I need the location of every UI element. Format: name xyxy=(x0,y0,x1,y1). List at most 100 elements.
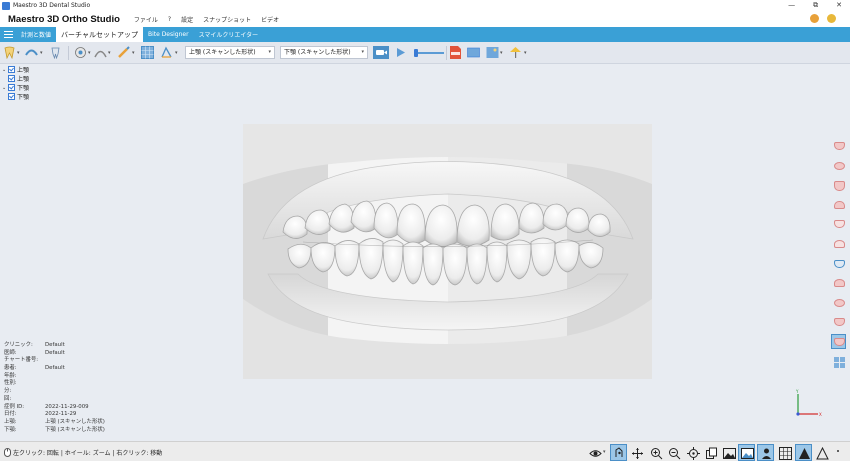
chevron-down-icon[interactable]: ▾ xyxy=(524,50,527,56)
hamburger-menu-icon[interactable] xyxy=(0,27,16,42)
menu-settings[interactable]: 設定 xyxy=(181,15,193,24)
mesh-filled-icon[interactable] xyxy=(795,444,812,461)
video-camera-icon[interactable] xyxy=(373,46,389,59)
photo-overlay-icon[interactable] xyxy=(738,444,755,461)
tree-node-label: 下顎 xyxy=(17,85,30,92)
tree-node-lower-model[interactable]: 下顎 xyxy=(2,92,62,101)
brush-tool-icon[interactable] xyxy=(117,46,130,59)
tooth-tool-icon[interactable] xyxy=(3,46,16,59)
view-occlusal-icon[interactable] xyxy=(831,158,846,173)
window-controls: — ⧉ ✕ xyxy=(788,0,842,11)
attachment-tool-icon[interactable] xyxy=(74,46,87,59)
tab-bite-designer[interactable]: Bite Designer xyxy=(143,27,194,42)
rotate-mode-icon[interactable] xyxy=(610,444,627,461)
grid-overlay-icon[interactable] xyxy=(141,46,154,59)
view-options-icon[interactable] xyxy=(831,256,846,271)
patient-face-icon[interactable] xyxy=(757,444,774,461)
menu-snapshot[interactable]: スナップショット xyxy=(203,15,251,24)
visibility-eye-icon[interactable] xyxy=(586,444,603,461)
info-row: 分: xyxy=(4,388,12,395)
mouse-hint: 左クリック: 回転 | ホイール: ズーム | 右クリック: 移動 xyxy=(4,448,162,457)
tab-measurements[interactable]: 計測と数値 xyxy=(16,27,56,42)
lamp-icon[interactable] xyxy=(509,46,522,59)
view-front-icon[interactable] xyxy=(831,138,846,153)
window-title: Maestro 3D Dental Studio xyxy=(13,2,91,9)
multi-view-grid-icon[interactable] xyxy=(831,354,846,369)
mesh-outline-icon[interactable] xyxy=(813,444,830,461)
view-upper-arch-icon[interactable] xyxy=(831,216,846,231)
view-upper-icon[interactable] xyxy=(831,177,846,192)
archwire-tool-icon[interactable] xyxy=(94,46,107,59)
visibility-checkbox[interactable] xyxy=(8,66,15,73)
mouse-icon xyxy=(4,448,11,457)
module-tab-bar: 計測と数値 バーチャルセットアップ Bite Designer スマイルクリエイ… xyxy=(0,27,850,42)
image-icon[interactable] xyxy=(720,444,737,461)
chevron-down-icon[interactable]: ▾ xyxy=(603,449,606,455)
menu-video[interactable]: ビデオ xyxy=(261,15,279,24)
pan-mode-icon[interactable] xyxy=(628,444,645,461)
tree-node-upper-model[interactable]: 上顎 xyxy=(2,74,62,83)
tab-smile-creator[interactable]: スマイルクリエイター xyxy=(194,27,264,42)
dental-scan-render[interactable] xyxy=(243,124,652,379)
info-row: 性別: xyxy=(4,380,17,387)
case-info-panel: クリニック: Default 医師: Default チャート番号: 患者: Defa… xyxy=(4,342,144,434)
menu-bar: Maestro 3D Ortho Studio ファイル ? 設定 スナップショ… xyxy=(0,11,850,27)
info-row: 回: xyxy=(4,395,12,402)
screenshot-icon[interactable] xyxy=(467,46,480,59)
gallery-icon[interactable] xyxy=(486,46,499,59)
app-icon xyxy=(2,1,10,10)
zoom-in-icon[interactable] xyxy=(647,444,664,461)
tree-node-label: 下顎 xyxy=(17,94,30,101)
upper-model-select[interactable]: 上顎 (スキャンした形状) ▾ xyxy=(185,46,275,59)
window-titlebar: Maestro 3D Dental Studio — ⧉ ✕ xyxy=(0,0,850,11)
pdf-export-icon[interactable] xyxy=(449,46,462,59)
close-button[interactable]: ✕ xyxy=(836,0,842,11)
view-lower-icon[interactable] xyxy=(831,197,846,212)
globe-icon[interactable] xyxy=(827,14,836,23)
chevron-down-icon[interactable]: ▾ xyxy=(88,50,91,56)
chevron-down-icon[interactable]: ▾ xyxy=(40,50,43,56)
chevron-down-icon[interactable]: ▾ xyxy=(17,50,20,56)
model-tree: ⌄ 上顎 上顎 ⌄ 下顎 下顎 xyxy=(2,65,62,101)
copy-view-icon[interactable] xyxy=(702,444,719,461)
view-lower-arch-icon[interactable] xyxy=(831,236,846,251)
info-row: クリニック: Default xyxy=(4,342,65,348)
menu-help[interactable]: ? xyxy=(168,16,171,23)
visibility-checkbox[interactable] xyxy=(8,75,15,82)
chevron-down-icon[interactable]: ▾ xyxy=(175,50,178,56)
play-icon[interactable] xyxy=(394,46,407,59)
chevron-down-icon[interactable]: ▾ xyxy=(108,50,111,56)
dental-model-viewport[interactable] xyxy=(243,124,652,379)
maximize-button[interactable]: ⧉ xyxy=(813,0,818,11)
chevron-down-icon[interactable]: ▾ xyxy=(500,50,503,56)
main-toolbar: ▾ ▾ ▾ ▾ ▾ ▾ 上顎 (スキャンした形状) ▾ 下顎 (スキャンした形状)… xyxy=(0,42,850,64)
info-row: 下顎: 下顎 (スキャンした形状) xyxy=(4,426,105,433)
menu-file[interactable]: ファイル xyxy=(134,15,158,24)
view-orientation-strip xyxy=(827,138,849,373)
minimize-button[interactable]: — xyxy=(788,0,795,11)
view-back-icon[interactable] xyxy=(831,314,846,329)
arch-tool-icon[interactable] xyxy=(25,46,38,59)
visibility-checkbox[interactable] xyxy=(8,84,15,91)
tree-node-upper[interactable]: ⌄ 上顎 xyxy=(2,65,62,74)
zoom-center-icon[interactable] xyxy=(684,444,701,461)
tree-node-label: 上顎 xyxy=(17,67,30,74)
view-bite-icon[interactable] xyxy=(831,333,846,349)
view-right-icon[interactable] xyxy=(831,275,846,290)
axis-y-label: Y xyxy=(795,389,799,394)
tree-node-lower[interactable]: ⌄ 下顎 xyxy=(2,83,62,92)
visibility-checkbox[interactable] xyxy=(8,93,15,100)
chevron-down-icon[interactable]: ▾ xyxy=(132,50,135,56)
user-icon[interactable] xyxy=(810,14,819,23)
lower-model-select[interactable]: 下顎 (スキャンした形状) ▾ xyxy=(280,46,368,59)
zoom-out-icon[interactable] xyxy=(665,444,682,461)
tab-virtual-setup[interactable]: バーチャルセットアップ xyxy=(56,27,143,42)
globe-grid-icon[interactable] xyxy=(776,444,793,461)
slider-thumb[interactable] xyxy=(414,49,418,57)
measure-tool-icon[interactable] xyxy=(160,46,173,59)
animation-slider[interactable] xyxy=(414,49,444,57)
view-left-icon[interactable] xyxy=(831,295,846,310)
axis-gizmo: Y X xyxy=(790,388,824,418)
crown-tool-icon[interactable] xyxy=(49,46,62,59)
more-options-icon[interactable] xyxy=(837,450,839,452)
